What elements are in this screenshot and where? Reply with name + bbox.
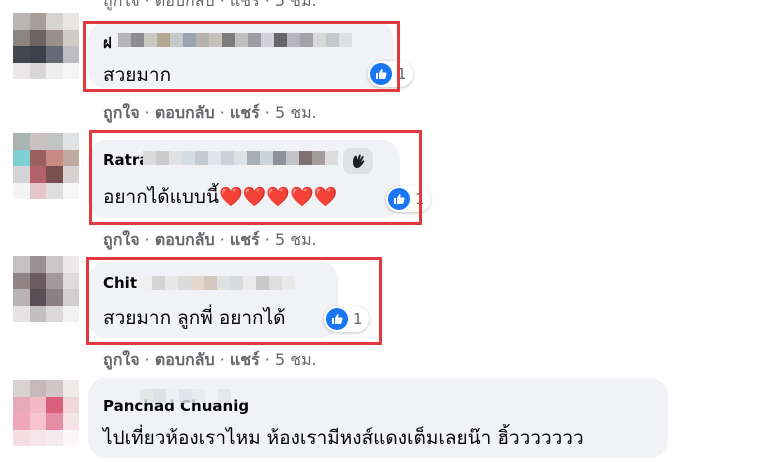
like-icon — [370, 63, 392, 85]
share-link[interactable]: แชร์ — [230, 230, 260, 249]
like-link[interactable]: ถูกใจ — [103, 103, 140, 122]
like-link[interactable]: ถูกใจ — [103, 230, 140, 249]
blurred-name — [118, 33, 352, 47]
like-link[interactable]: ถูกใจ — [103, 350, 140, 369]
comment-actions: ถูกใจ · ตอบกลับ · แชร์ · 5 ชม. — [103, 350, 317, 369]
commenter-name[interactable]: Chit — [103, 274, 137, 292]
commenter-name[interactable]: ฝ — [103, 31, 112, 55]
reply-link[interactable]: ตอบกลับ — [155, 350, 215, 369]
wave-icon — [343, 148, 373, 174]
like-icon — [388, 188, 410, 210]
like-icon — [326, 308, 348, 330]
reaction-summary[interactable]: 1 — [324, 306, 369, 332]
share-link[interactable]: แชร์ — [230, 350, 260, 369]
comment-text: ไปเที่ยวห้องเราไหม ห้องเรามีหงส์แดงเต็มเ… — [103, 427, 584, 449]
timestamp[interactable]: 5 ชม. — [275, 103, 317, 122]
reply-link[interactable]: ตอบกลับ — [155, 103, 215, 122]
avatar[interactable] — [13, 256, 79, 322]
reaction-summary[interactable]: 1 — [368, 61, 413, 87]
timestamp[interactable]: 5 ชม. — [275, 230, 317, 249]
comment-text: สวยมาก ลูกพี่ อยากได้ — [103, 307, 286, 329]
avatar[interactable] — [13, 13, 79, 79]
blurred-name — [139, 276, 295, 290]
comment-text: อยากได้แบบนี้❤️❤️❤️❤️❤️ — [103, 186, 338, 208]
blurred-name — [140, 389, 231, 403]
blurred-name — [143, 151, 338, 165]
comment-text: สวยมาก — [103, 64, 172, 86]
avatar[interactable] — [13, 133, 79, 199]
top-cut-actions: ถูกใจ · ตอบกลับ · แชร์ · 5 ชม. — [103, 0, 317, 10]
comment-actions: ถูกใจ · ตอบกลับ · แชร์ · 5 ชม. — [103, 103, 317, 122]
avatar[interactable] — [13, 380, 79, 446]
reply-link[interactable]: ตอบกลับ — [155, 230, 215, 249]
comment-actions: ถูกใจ · ตอบกลับ · แชร์ · 5 ชม. — [103, 230, 317, 249]
share-link[interactable]: แชร์ — [230, 103, 260, 122]
timestamp[interactable]: 5 ชม. — [275, 350, 317, 369]
reaction-summary[interactable]: 1 — [386, 186, 431, 212]
